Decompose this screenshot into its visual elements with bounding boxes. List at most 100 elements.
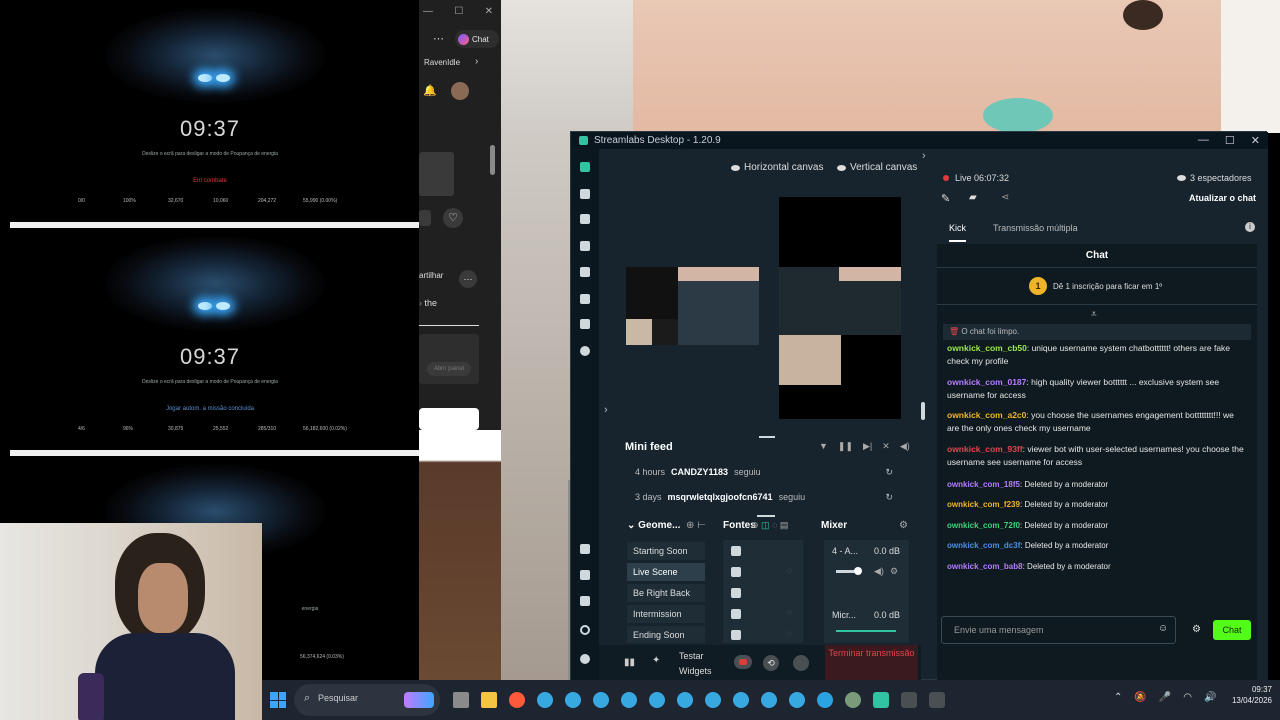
info-icon[interactable]: i — [1245, 222, 1255, 232]
close-icon[interactable]: ✕ — [1251, 134, 1260, 147]
horizontal-preview[interactable] — [626, 267, 759, 345]
apps-icon[interactable] — [580, 294, 590, 304]
game-app-icon[interactable] — [901, 692, 917, 708]
scrollbar[interactable] — [490, 145, 495, 175]
sources-toolbar[interactable]: ⊕ ◫ ◌ ▤ — [751, 520, 788, 531]
more-options-icon[interactable]: ⋯ — [459, 270, 477, 288]
layout-icon[interactable] — [580, 214, 590, 224]
settings-icon-a[interactable] — [580, 544, 590, 554]
add-scene-icon[interactable]: ⊕ ⊢ — [686, 520, 706, 531]
splitter[interactable] — [921, 402, 925, 420]
scene-be-right-back[interactable]: Be Right Back — [627, 584, 705, 602]
edge-icon[interactable] — [565, 692, 581, 708]
edge-icon[interactable] — [537, 692, 553, 708]
chat-button[interactable]: Chat — [455, 30, 499, 48]
skip-icon[interactable]: ▶| — [863, 441, 872, 452]
highlighter-icon[interactable] — [580, 319, 590, 329]
record-icon[interactable] — [580, 346, 590, 356]
app-icon[interactable] — [845, 692, 861, 708]
stats-icon[interactable]: ▮▮ — [624, 657, 635, 668]
chevron-right-icon[interactable]: › — [475, 56, 478, 67]
profile-icon[interactable] — [580, 654, 590, 664]
volume-icon[interactable]: ◀) — [900, 441, 910, 452]
edge-icon[interactable] — [649, 692, 665, 708]
edit-icon[interactable]: ✎ — [941, 192, 950, 205]
chevron-right-icon[interactable]: › — [922, 150, 926, 162]
video-thumbnail[interactable] — [419, 152, 454, 196]
vertical-canvas-toggle[interactable]: Vertical canvas — [837, 162, 917, 173]
rec-icon[interactable] — [734, 655, 752, 669]
pause-icon[interactable]: ❚❚ — [838, 441, 853, 452]
send-chat-button[interactable]: Chat — [1213, 620, 1251, 640]
end-stream-button[interactable]: Terminar transmissão — [825, 645, 918, 681]
alert-icon[interactable]: ✦ — [652, 655, 660, 666]
edge-icon[interactable] — [761, 692, 777, 708]
collapse-left-icon[interactable]: › — [604, 404, 608, 416]
edge-icon[interactable] — [733, 692, 749, 708]
volume-slider-thumb[interactable] — [854, 567, 862, 575]
horizontal-canvas-toggle[interactable]: Horizontal canvas — [731, 162, 823, 173]
resize-handle[interactable] — [757, 515, 775, 517]
heart-icon[interactable]: ♡ — [443, 208, 463, 228]
sub-promo-text[interactable]: Dê 1 inscrição para ficar em 1º — [1053, 282, 1162, 291]
scene-collection-title[interactable]: ⌄ Geome... — [627, 520, 680, 531]
share-button[interactable]: artilhar — [419, 271, 443, 280]
wifi-icon[interactable]: ◠ — [1183, 692, 1192, 703]
streamlabs-icon[interactable] — [873, 692, 889, 708]
gear-icon[interactable]: ⚙ — [890, 566, 898, 577]
store-icon[interactable] — [580, 267, 590, 277]
mute-alerts-icon[interactable]: ✕ — [882, 441, 890, 452]
dashboard-icon[interactable] — [580, 189, 590, 199]
minimize-icon[interactable]: — — [423, 6, 433, 17]
file-explorer-icon[interactable] — [481, 692, 497, 708]
more-icon[interactable]: ⋯ — [433, 32, 444, 45]
emoji-icon[interactable]: ☺ — [1158, 623, 1168, 634]
edge-icon[interactable] — [621, 692, 637, 708]
edge-icon[interactable] — [789, 692, 805, 708]
start-icon[interactable] — [270, 692, 286, 708]
gear-icon[interactable] — [580, 625, 590, 635]
game-app-icon[interactable] — [929, 692, 945, 708]
scene-intermission[interactable]: Intermission — [627, 605, 705, 623]
settings-icon-c[interactable] — [580, 596, 590, 606]
visibility-icon[interactable]: ◌ — [787, 608, 792, 617]
scene-ending-soon[interactable]: Ending Soon — [627, 626, 705, 643]
refresh-chat-button[interactable]: Atualizar o chat — [1189, 193, 1256, 203]
visibility-icon[interactable]: ◌ — [787, 566, 792, 575]
source-icon[interactable] — [731, 609, 741, 619]
test-widgets-button[interactable]: Testar Widgets — [679, 649, 727, 679]
editor-icon[interactable] — [580, 162, 590, 172]
source-icon[interactable] — [731, 630, 741, 640]
tab-kick[interactable]: Kick — [949, 223, 967, 242]
ghost-button[interactable]: Abrir painel — [427, 362, 471, 376]
search-box[interactable]: ⌕ Pesquisar — [294, 684, 440, 716]
edge-icon[interactable] — [705, 692, 721, 708]
microphone-icon[interactable]: 🎤 — [1159, 692, 1171, 703]
task-view-icon[interactable] — [453, 692, 469, 708]
tab-ravenidle[interactable]: RavenIdle — [424, 58, 460, 67]
chevron-up-icon[interactable]: ⌃ — [1114, 692, 1122, 703]
chat-input[interactable]: Envie uma mensagem ☺ — [941, 616, 1176, 644]
minimize-icon[interactable]: — — [1198, 134, 1209, 147]
camera-icon[interactable] — [793, 655, 809, 671]
source-icon[interactable] — [731, 546, 741, 556]
replay-buffer-icon[interactable]: ⟲ — [763, 655, 779, 671]
visibility-icon[interactable]: ◌ — [787, 629, 792, 638]
replay-icon[interactable]: ↻ — [885, 492, 893, 503]
maximize-icon[interactable]: ☐ — [1225, 134, 1235, 147]
maximize-icon[interactable]: ☐ — [454, 6, 463, 17]
resize-handle[interactable] — [759, 436, 775, 438]
filter-icon[interactable]: ▼ — [819, 441, 828, 452]
speaker-icon[interactable]: ◀) — [874, 566, 884, 577]
close-icon[interactable]: ✕ — [485, 6, 493, 17]
folder-icon[interactable]: ▰ — [969, 192, 977, 203]
source-icon[interactable] — [731, 567, 741, 577]
brave-icon[interactable] — [509, 692, 525, 708]
tab-multistream[interactable]: Transmissão múltipla — [993, 223, 1078, 233]
bell-icon[interactable]: 🔔 — [423, 84, 437, 97]
edge-icon[interactable] — [593, 692, 609, 708]
gear-icon[interactable]: ⚙ — [899, 520, 908, 531]
gear-icon[interactable]: ⚙ — [1192, 624, 1201, 635]
themes-icon[interactable] — [580, 241, 590, 251]
mute-icon[interactable]: 🔕 — [1134, 692, 1146, 703]
